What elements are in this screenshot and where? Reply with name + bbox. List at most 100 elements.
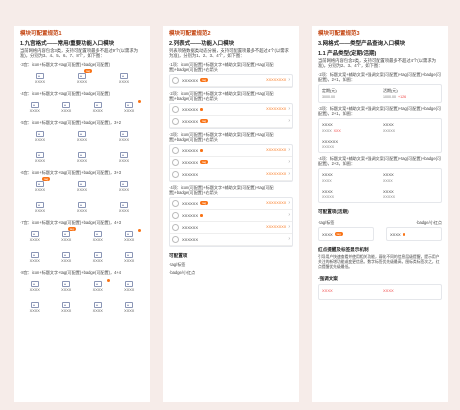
grid-tile[interactable]: XXXX tag — [52, 226, 82, 246]
cell-title: XXXX — [383, 188, 394, 194]
list-item[interactable]: XXXXXX › — [170, 234, 292, 246]
grid-module: XXXX tag XXXX XXXX XXXX XXXX XXXX — [20, 176, 144, 217]
tile-label: XXXX — [29, 238, 40, 243]
grid-tile[interactable]: XXXX — [115, 98, 145, 117]
product-cell[interactable]: XXXX XXXXX — [319, 186, 380, 203]
grid-tile[interactable]: XXXX — [104, 69, 144, 88]
image-icon — [36, 180, 44, 187]
product-cell[interactable]: XXXX XXXXX — [380, 119, 441, 136]
list-module: XXXXXX tag XXXXXXXX › XXXXXX › XXXXXX XXXXXXXX ›… — [169, 196, 293, 247]
grid-tile[interactable]: XXXX — [20, 69, 60, 88]
emphasis-cell[interactable]: XXXX — [319, 285, 380, 299]
grid-tile[interactable]: XXXX — [62, 198, 102, 217]
product-cell[interactable]: XXXX XXXX — [319, 169, 380, 186]
grid-tile[interactable]: XXXX — [20, 148, 60, 167]
grid-tile[interactable]: XXXX — [115, 227, 145, 246]
panel-2-section-title: 2.列表式——功能入口模块 — [169, 41, 235, 47]
grid-tile[interactable]: XXXX — [20, 98, 50, 117]
grid-tile[interactable]: XXXX — [52, 298, 82, 317]
grid-tile[interactable]: XXXX — [83, 98, 113, 117]
grid-tile[interactable]: XXXX — [104, 148, 144, 167]
item3-caption: ·4项：标题文案+辅助文案+强调文案(可配置)+tag(可配置)+badge(可… — [318, 156, 442, 167]
list-item[interactable]: XXXXXX XXXXXXXX › — [170, 104, 292, 116]
badge-label: ·badge/小红点 — [415, 220, 442, 226]
item-aux-text: XXXXXXXX — [266, 107, 287, 112]
spec-panel-3: 模块可配置规范3 3.网格式——类型产品查询入口模块 1.1 产品类型(定期/活… — [312, 26, 448, 402]
grid-tile[interactable]: XXXX — [104, 177, 144, 196]
list-caption: ·4项：icon(可配置)+标题文字+辅助文案(可配置)+tag(可配置)+ba… — [169, 184, 274, 195]
grid-tile[interactable]: XXXX — [52, 277, 82, 296]
image-icon — [30, 101, 39, 108]
product-cell[interactable]: 活期(元) 1000.00 +126 — [380, 85, 441, 103]
grid-tile[interactable]: XXXX — [62, 127, 102, 146]
grid-tile[interactable]: XXXX — [20, 127, 60, 146]
cell-title: 定期(元) — [322, 87, 337, 93]
grid-tile[interactable]: XXXX — [83, 277, 113, 296]
image-icon — [62, 251, 71, 258]
list-item[interactable]: XXXXXX tag XXXXXXXX › — [170, 75, 292, 87]
cell-value: 1000.00 +126 — [383, 95, 438, 99]
tag-config-label: ·tag/标签 — [169, 261, 186, 267]
list-item[interactable]: XXXXXX tag › — [170, 116, 292, 128]
product-cell[interactable]: XXXXXXXXXXX — [319, 119, 380, 136]
product-cell[interactable]: XXXX XXXXX — [380, 186, 441, 203]
image-icon — [78, 72, 86, 79]
tile-label: XXXX — [76, 159, 88, 164]
product-cell[interactable]: XXXXXXXXXXX — [319, 136, 380, 153]
grid-tile[interactable]: XXXX — [104, 127, 144, 146]
grid-tile[interactable]: XXXX — [20, 198, 60, 217]
cell-value: XXXXX — [322, 145, 377, 149]
cell-amount: XXXXX — [383, 195, 395, 200]
grid-tile[interactable]: XXXX tag — [62, 68, 102, 88]
cell-title: XXXX — [383, 172, 394, 178]
tile-label: XXXX — [34, 209, 46, 214]
product-cell[interactable]: 定期(元) 3000.00 — [319, 85, 380, 103]
list-item[interactable]: XXXXXX › — [170, 210, 292, 222]
grid-module: XXXX XXXX tag XXXX XXXX XXXX XXXX XXXX XXXX — [20, 226, 145, 267]
grid-tile[interactable]: XXXX — [62, 148, 102, 167]
grid-tile[interactable]: XXXX — [52, 248, 82, 267]
item-icon — [172, 158, 179, 166]
list-item[interactable]: XXXXXX XXXXXXXX › — [170, 169, 292, 181]
grid-tile[interactable]: XXXX — [83, 227, 113, 246]
chevron-right-icon: › — [288, 236, 290, 243]
cell-amount: 1000.00 — [383, 95, 396, 100]
panel-3-title: 模块可配置规范3 — [318, 31, 360, 37]
list-examples: ·1项：icon(可配置)+标题文字+辅助文案(可配置)+tag(可配置)+ba… — [169, 62, 293, 247]
product-cell[interactable]: XXXX XXXX — [380, 169, 441, 186]
panel-3-section-title: 3.网格式——类型产品查询入口模块 — [318, 41, 406, 47]
list-item[interactable]: XXXXXX XXXXXXXX › — [170, 222, 292, 234]
grid-tile[interactable]: XXXX — [115, 248, 145, 267]
image-icon — [125, 301, 134, 308]
grid-tile[interactable]: XXXX — [104, 198, 144, 217]
panel-3-config-title: 可配置项(活期) — [318, 209, 349, 215]
tag-sample-card: XXXX tag — [318, 227, 374, 242]
emphasis-cell[interactable]: XXXX — [380, 285, 441, 299]
panel-1-section-title: 1.九宫格式——常用/重要功能入口模块 — [20, 41, 115, 47]
grid-tile[interactable]: XXXX — [83, 298, 113, 317]
cell-amount: XXXX — [383, 178, 393, 183]
item-title: XXXXXX — [182, 212, 199, 218]
item-title: XXXXXX — [182, 236, 199, 242]
grid-tile[interactable]: XXXX — [20, 227, 50, 246]
item-aux-text: XXXXXXXX — [266, 78, 287, 83]
cell-amount: 3000.00 — [322, 95, 335, 100]
grid-tile[interactable]: XXXX — [20, 298, 50, 317]
grid-tile[interactable]: XXXX — [115, 277, 145, 296]
grid-tile[interactable]: XXXX — [83, 248, 113, 267]
list-item[interactable]: XXXXXX XXXXXXXX › — [170, 145, 292, 157]
grid-tile[interactable]: XXXX — [115, 298, 145, 317]
tile-tag: tag — [84, 68, 93, 73]
list-item[interactable]: XXXXXX tag › — [170, 157, 292, 169]
grid-tile[interactable]: XXXX — [20, 248, 50, 267]
grid-tile[interactable]: XXXX — [62, 177, 102, 196]
tile-label: XXXX — [29, 288, 40, 293]
list-item[interactable]: XXXXXX tag XXXXXXXX › — [170, 198, 292, 210]
grid-tile[interactable]: XXXX — [52, 98, 82, 117]
grid-tile[interactable]: XXXX tag — [20, 176, 60, 196]
rules-text: 引导用户快速查看并使用相关功能，弱化不同的信息层级提醒，提示用户关注的新增功能或… — [318, 255, 440, 270]
grid-tile[interactable]: XXXX — [20, 277, 50, 296]
emphasis-text: XXXX — [322, 288, 333, 294]
cell-value: XXXX XXX — [322, 129, 377, 133]
item1-caption: ·2项：标题文案+辅助文案+强调文案(可配置)+tag(可配置)+badge(可… — [318, 71, 442, 82]
